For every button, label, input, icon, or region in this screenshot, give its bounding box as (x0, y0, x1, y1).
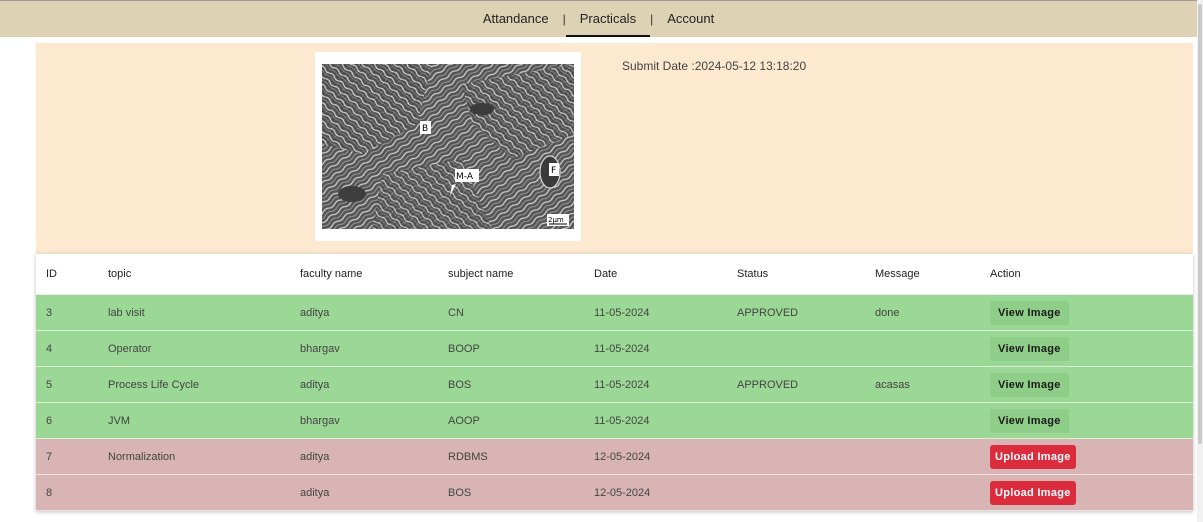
image-label-ma: M-A (456, 172, 474, 182)
header-message: Message (875, 268, 920, 280)
cell-date: 11-05-2024 (594, 378, 650, 391)
nav-account[interactable]: Account (653, 1, 728, 37)
view-image-button[interactable]: View Image (990, 336, 1069, 361)
cell-subject: BOOP (448, 342, 480, 355)
cell-action: View Image (990, 408, 1193, 433)
cell-faculty: aditya (300, 378, 330, 391)
table-header: ID topic faculty name subject name Date … (36, 254, 1193, 295)
cell-topic: lab visit (108, 306, 145, 319)
cell-message: acasas (875, 378, 910, 391)
table-row: 5 Process Life Cycle aditya BOS 11-05-20… (36, 367, 1193, 403)
cell-date: 11-05-2024 (594, 414, 650, 427)
table-row: 4 Operator bhargav BOOP 11-05-2024 View … (36, 331, 1193, 367)
header-date: Date (594, 268, 618, 280)
cell-topic: Normalization (108, 450, 176, 463)
table-row: 3 lab visit aditya CN 11-05-2024 APPROVE… (36, 295, 1193, 331)
header-faculty-name: faculty name (300, 268, 363, 280)
cell-subject: BOS (448, 486, 472, 499)
cell-action: View Image (990, 300, 1193, 325)
table-row: 7 Normalization aditya RDBMS 12-05-2024 … (36, 439, 1193, 475)
view-image-button[interactable]: View Image (990, 372, 1069, 397)
cell-subject: BOS (448, 378, 472, 391)
image-scale-label: 2μm (548, 216, 564, 224)
cell-subject: CN (448, 306, 464, 319)
cell-faculty: bhargav (300, 342, 340, 355)
view-image-button[interactable]: View Image (990, 408, 1069, 433)
cell-id: 3 (46, 306, 53, 319)
cell-action: View Image (990, 372, 1193, 397)
header-status: Status (737, 268, 769, 280)
table-row: 8 aditya BOS 12-05-2024 Upload Image (36, 475, 1193, 511)
cell-date: 12-05-2024 (594, 450, 651, 463)
header-topic: topic (108, 268, 132, 280)
practicals-table: ID topic faculty name subject name Date … (36, 254, 1193, 511)
cell-date: 11-05-2024 (594, 342, 650, 355)
cell-status: APPROVED (737, 306, 799, 319)
cell-faculty: aditya (300, 450, 330, 463)
table-row: 6 JVM bhargav AOOP 11-05-2024 View Image (36, 403, 1193, 439)
upload-image-button[interactable]: Upload Image (990, 444, 1076, 469)
preview-image-frame: B M-A F 2μm (315, 52, 581, 241)
submit-date: Submit Date :2024-05-12 13:18:20 (622, 59, 807, 73)
cell-date: 11-05-2024 (594, 306, 650, 319)
page-scrollbar[interactable] (1197, 0, 1203, 522)
cell-id: 6 (46, 414, 53, 427)
header-id: ID (46, 268, 57, 280)
cell-faculty: bhargav (300, 414, 340, 427)
cell-id: 4 (46, 342, 53, 355)
cell-message: done (875, 306, 900, 319)
view-image-button[interactable]: View Image (990, 300, 1069, 325)
upload-image-button[interactable]: Upload Image (990, 480, 1076, 505)
top-nav: Attandance | Practicals | Account (0, 0, 1197, 37)
cell-topic: Operator (108, 342, 152, 355)
cell-status: APPROVED (737, 378, 799, 391)
cell-date: 12-05-2024 (594, 486, 651, 499)
cell-topic: JVM (108, 414, 130, 427)
cell-subject: AOOP (448, 414, 480, 427)
cell-action: Upload Image (990, 480, 1193, 505)
image-label-b: B (422, 124, 428, 134)
cell-id: 5 (46, 378, 53, 391)
scrollbar-thumb[interactable] (1198, 4, 1202, 444)
cell-action: View Image (990, 336, 1193, 361)
cell-faculty: aditya (300, 486, 330, 499)
image-preview-panel: B M-A F 2μm Submit Date :2024-05-12 13:1… (36, 43, 1193, 254)
cell-action: Upload Image (990, 444, 1193, 469)
header-action: Action (990, 268, 1021, 280)
cell-subject: RDBMS (448, 450, 488, 463)
cell-topic: Process Life Cycle (108, 378, 200, 391)
cell-id: 7 (46, 450, 53, 463)
nav-attendance[interactable]: Attandance (469, 1, 563, 37)
cell-id: 8 (46, 486, 53, 499)
nav-practicals[interactable]: Practicals (565, 1, 651, 37)
image-label-f: F (551, 166, 556, 176)
header-subject-name: subject name (448, 268, 514, 280)
submitted-image[interactable]: B M-A F 2μm (322, 64, 574, 229)
cell-faculty: aditya (300, 306, 330, 319)
